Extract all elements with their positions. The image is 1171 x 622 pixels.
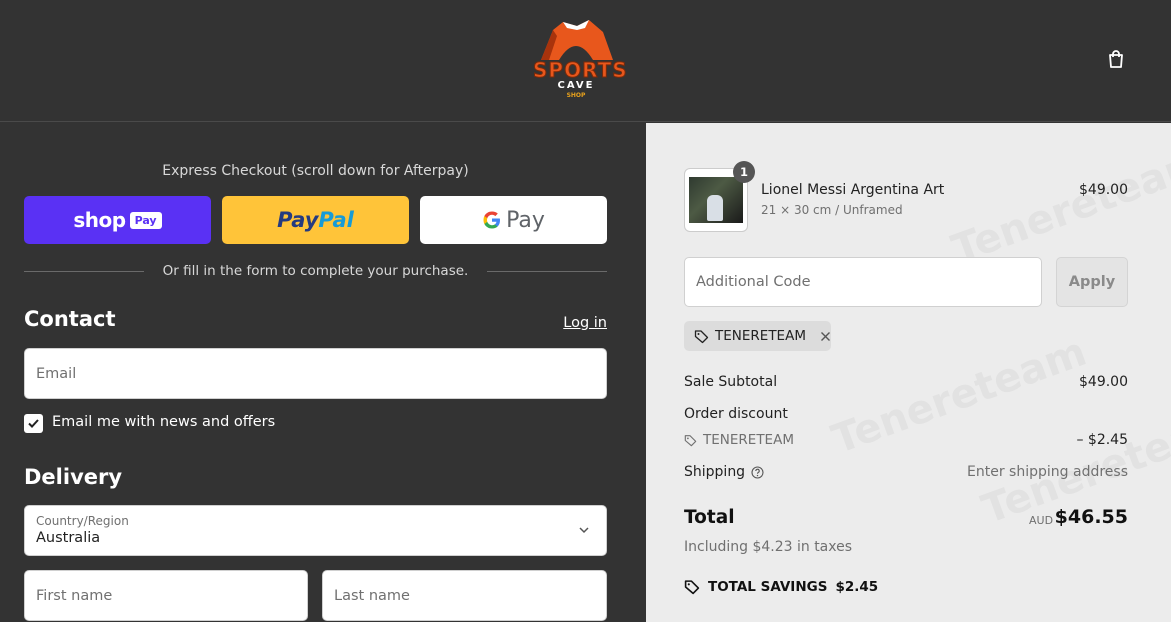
order-summary: Tenereteam Tenereteam Tenereteam Lionel … — [646, 123, 1171, 622]
tax-note: Including $4.23 in taxes — [684, 539, 853, 555]
checkmark-icon — [28, 419, 39, 428]
watermark: Tenereteam — [826, 328, 1093, 464]
sports-cave-shop-logo[interactable]: SPORTS CAVE SHOP — [533, 18, 628, 102]
product-name: Lionel Messi Argentina Art — [761, 182, 945, 198]
email-field[interactable]: Email — [24, 348, 607, 399]
applied-code-label: TENERETEAM — [715, 328, 806, 344]
product-variant: 21 × 30 cm / Unframed — [761, 203, 903, 217]
order-discount-value: – $2.45 — [1076, 432, 1128, 448]
remove-discount-icon[interactable] — [820, 331, 831, 342]
apply-button[interactable]: Apply — [1056, 257, 1128, 307]
contact-heading: Contact — [24, 307, 116, 331]
total-currency: AUD — [1029, 514, 1054, 527]
email-placeholder: Email — [36, 365, 77, 382]
google-g-icon — [483, 211, 501, 229]
google-pay-button[interactable]: Pay — [420, 196, 607, 244]
order-discount-code: TENERETEAM — [684, 432, 794, 448]
login-link[interactable]: Log in — [540, 315, 607, 331]
product-image — [689, 177, 743, 223]
total-label: Total — [684, 507, 735, 528]
mountain-arch-logo-icon — [541, 20, 613, 60]
subtotal-value: $49.00 — [1079, 374, 1128, 390]
product-price: $49.00 — [1079, 182, 1128, 198]
discount-code-placeholder: Additional Code — [696, 274, 811, 290]
form-divider-text: Or fill in the form to complete your pur… — [162, 263, 469, 279]
first-name-field[interactable]: First name — [24, 570, 308, 621]
shop-pay-word: shop — [73, 208, 126, 232]
logo-sports-text: SPORTS — [533, 58, 628, 83]
express-checkout-title: Express Checkout (scroll down for Afterp… — [162, 163, 469, 179]
shop-pay-badge: Pay — [129, 211, 162, 229]
discount-code-field[interactable]: Additional Code — [684, 257, 1042, 307]
checkout-form: Express Checkout (scroll down for Afterp… — [0, 123, 646, 622]
tag-icon — [684, 434, 697, 446]
order-discount-code-text: TENERETEAM — [703, 432, 794, 448]
shopping-bag-icon[interactable] — [1105, 48, 1127, 70]
last-name-field[interactable]: Last name — [322, 570, 607, 621]
total-savings: TOTAL SAVINGS $2.45 — [684, 579, 878, 595]
first-name-placeholder: First name — [36, 587, 113, 604]
total-value: $46.55 — [1054, 506, 1128, 528]
news-offers-checkbox[interactable] — [24, 414, 43, 433]
chevron-down-icon — [579, 527, 589, 534]
country-region-label: Country/Region — [36, 514, 129, 528]
tag-icon — [694, 329, 709, 343]
tag-icon — [684, 580, 700, 595]
logo-shop-text: SHOP — [566, 92, 586, 99]
help-circle-icon[interactable] — [751, 465, 764, 479]
order-discount-label: Order discount — [684, 406, 788, 422]
country-region-select[interactable]: Country/Region Australia — [24, 505, 607, 556]
applied-discount-tag: TENERETEAM — [684, 321, 831, 351]
news-offers-label: Email me with news and offers — [52, 414, 276, 430]
subtotal-label: Sale Subtotal — [684, 374, 778, 390]
google-pay-logo: Pay — [482, 208, 545, 233]
delivery-heading: Delivery — [24, 465, 123, 489]
country-region-value: Australia — [36, 530, 101, 546]
watermark: Tenereteam — [946, 138, 1171, 274]
total-savings-value: $2.45 — [835, 579, 879, 595]
site-header: SPORTS CAVE SHOP — [0, 0, 1171, 122]
total-savings-label: TOTAL SAVINGS — [708, 579, 828, 595]
shipping-label: Shipping — [684, 464, 764, 480]
logo-cave-text: CAVE — [557, 80, 595, 91]
last-name-placeholder: Last name — [334, 587, 410, 604]
paypal-logo: PayPal — [277, 208, 354, 232]
paypal-button[interactable]: PayPal — [222, 196, 409, 244]
quantity-badge: 1 — [733, 161, 755, 183]
shop-pay-button[interactable]: shop Pay — [24, 196, 211, 244]
shipping-label-text: Shipping — [684, 464, 746, 480]
shipping-value: Enter shipping address — [967, 464, 1128, 480]
google-pay-text: Pay — [506, 207, 545, 233]
